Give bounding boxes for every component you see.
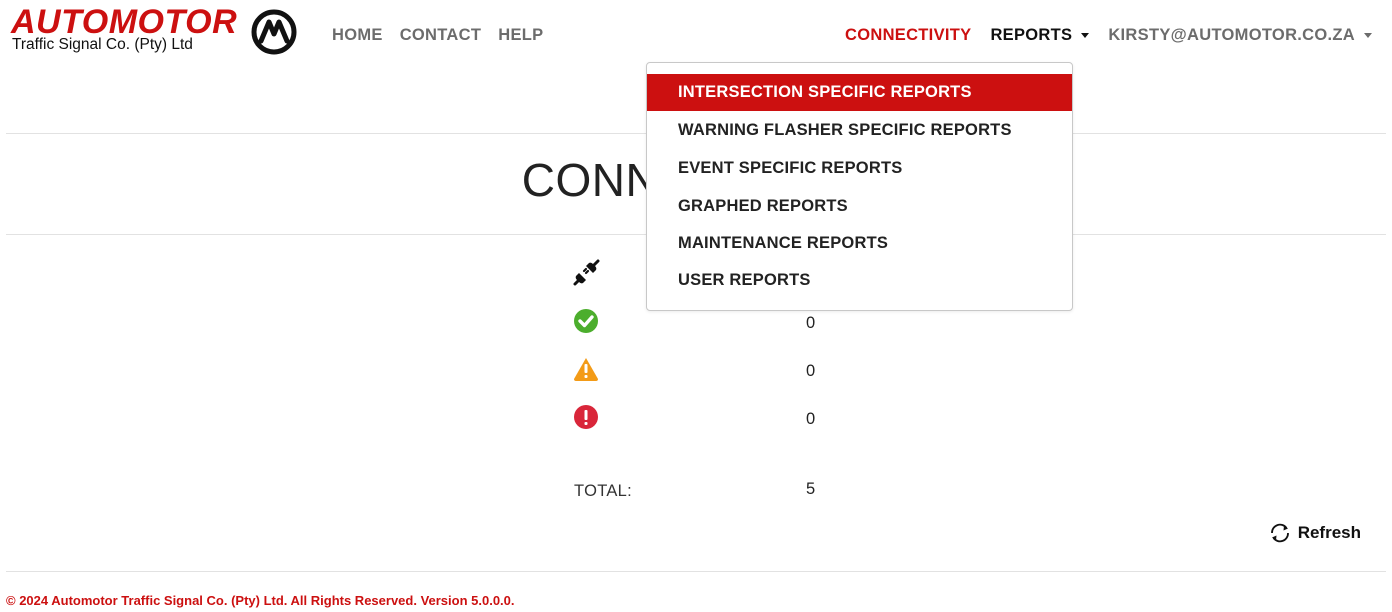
menu-item-intersection-reports[interactable]: INTERSECTION SPECIFIC REPORTS	[647, 74, 1072, 111]
status-row-warning: 0	[560, 351, 860, 387]
nav-contact[interactable]: CONTACT	[400, 24, 482, 46]
caret-down-icon	[1081, 33, 1090, 38]
menu-item-user-reports[interactable]: USER REPORTS	[647, 262, 1072, 299]
brand-name: AUTOMOTOR	[11, 3, 238, 41]
refresh-button[interactable]: Refresh	[1268, 522, 1361, 544]
refresh-icon	[1270, 523, 1289, 543]
disconnected-plug-icon	[573, 259, 600, 286]
menu-item-maintenance-reports[interactable]: MAINTENANCE REPORTS	[647, 225, 1072, 262]
menu-item-warning-flasher-reports[interactable]: WARNING FLASHER SPECIFIC REPORTS	[647, 112, 1072, 149]
status-value: 0	[806, 362, 816, 380]
user-nav: CONNECTIVITY REPORTS KIRSTY@AUTOMOTOR.CO…	[826, 24, 1372, 46]
footer-divider	[6, 571, 1386, 572]
caret-down-icon	[1364, 33, 1372, 38]
main-nav: HOME CONTACT HELP	[332, 24, 560, 46]
total-value: 5	[806, 480, 816, 498]
footer-copyright: © 2024 Automotor Traffic Signal Co. (Pty…	[6, 593, 515, 608]
status-value: 0	[806, 410, 816, 428]
status-value: 0	[806, 314, 816, 332]
brand-subtitle: Traffic Signal Co. (Pty) Ltd	[12, 36, 193, 53]
nav-reports-dropdown[interactable]: REPORTS	[990, 24, 1090, 46]
warning-triangle-icon	[574, 358, 598, 381]
nav-connectivity[interactable]: CONNECTIVITY	[845, 24, 971, 46]
menu-item-graphed-reports[interactable]: GRAPHED REPORTS	[647, 188, 1072, 225]
automotor-emblem-icon	[251, 9, 297, 55]
check-circle-icon	[574, 309, 598, 333]
total-label: TOTAL:	[574, 482, 633, 500]
reports-dropdown-menu: INTERSECTION SPECIFIC REPORTS WARNING FL…	[646, 62, 1073, 311]
menu-item-event-reports[interactable]: EVENT SPECIFIC REPORTS	[647, 150, 1072, 187]
status-row-error: 0	[560, 399, 860, 435]
nav-user-label: KIRSTY@AUTOMOTOR.CO.ZA	[1108, 26, 1355, 44]
nav-home[interactable]: HOME	[332, 24, 383, 46]
brand-logo[interactable]: AUTOMOTOR Traffic Signal Co. (Pty) Ltd	[8, 3, 300, 56]
nav-user-dropdown[interactable]: KIRSTY@AUTOMOTOR.CO.ZA	[1108, 24, 1372, 46]
nav-help[interactable]: HELP	[498, 24, 543, 46]
nav-reports-label: REPORTS	[990, 26, 1073, 44]
refresh-label: Refresh	[1297, 523, 1361, 542]
error-circle-icon	[574, 405, 598, 429]
